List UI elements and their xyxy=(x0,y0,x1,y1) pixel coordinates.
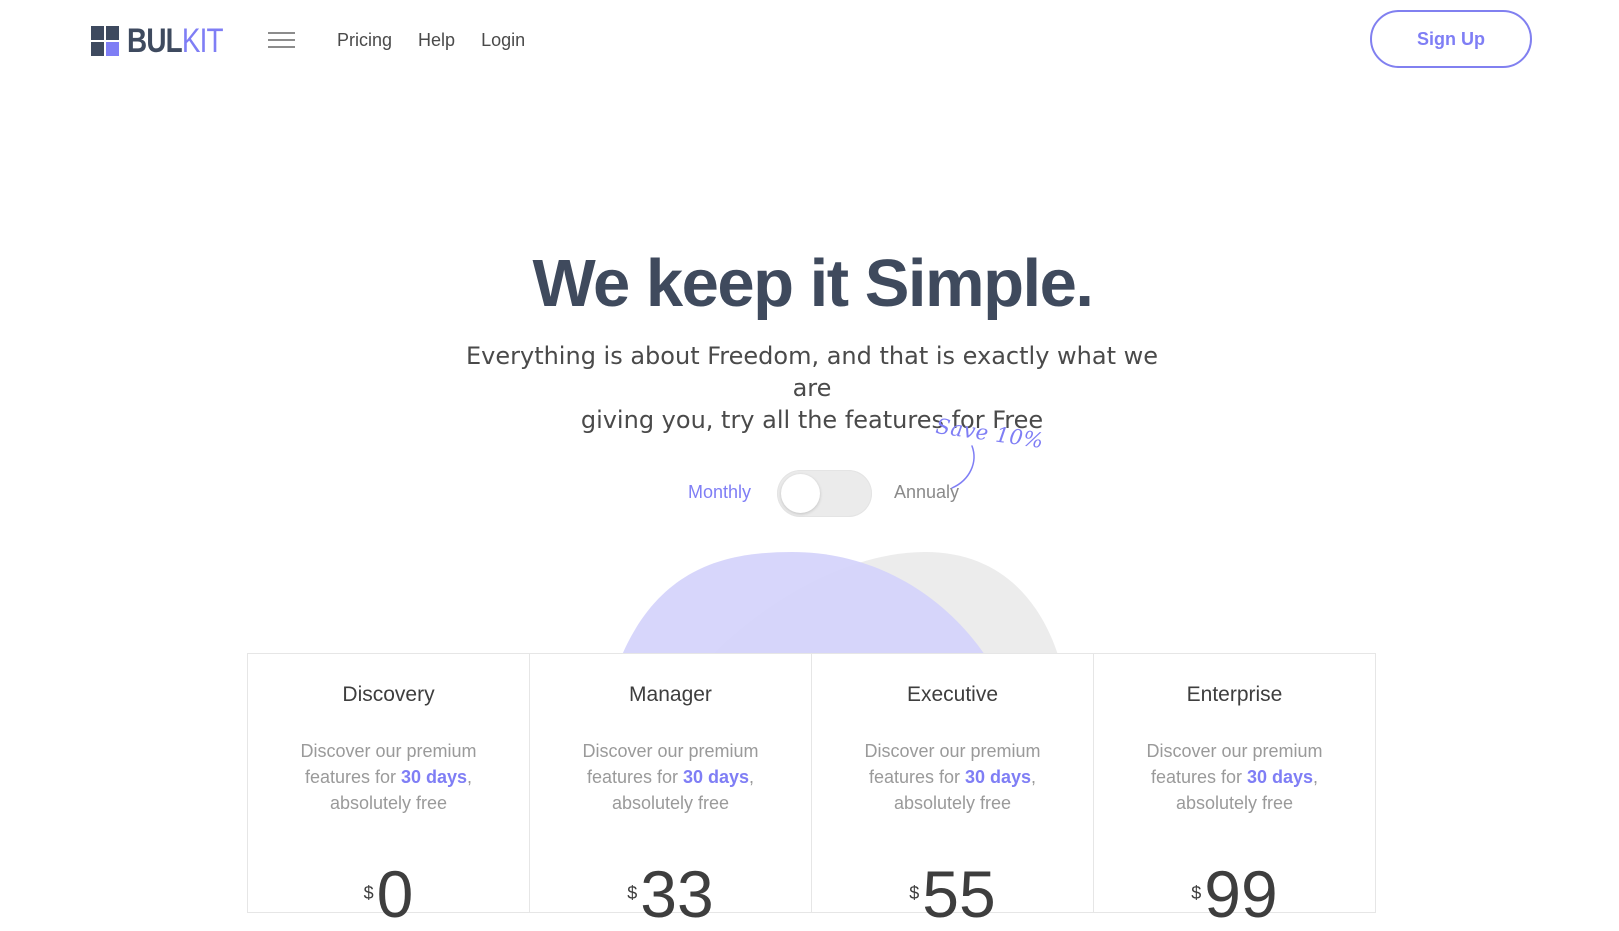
nav-link-help[interactable]: Help xyxy=(418,28,455,52)
plan-name: Executive xyxy=(906,683,999,706)
price-amount: 99 xyxy=(1204,857,1278,931)
plan-card-enterprise: Enterprise Discover our premium features… xyxy=(1094,654,1375,927)
plan-description: Discover our premium features for 30 day… xyxy=(1146,741,1323,813)
price-currency: $ xyxy=(363,883,374,903)
price-currency: $ xyxy=(909,883,920,903)
price-amount: 55 xyxy=(922,857,996,931)
navbar: BULKIT Pricing Help Login Sign Up xyxy=(0,0,1619,80)
plan-price: $ 99 xyxy=(1094,861,1375,927)
plan-description: Discover our premium features for 30 day… xyxy=(582,741,759,813)
plan-card-discovery: Discovery Discover our premium features … xyxy=(248,654,530,927)
price-amount: 33 xyxy=(640,857,714,931)
plan-trial-duration: 30 days xyxy=(964,767,1032,787)
toggle-knob xyxy=(781,474,820,513)
plan-name: Enterprise xyxy=(1186,683,1283,706)
billing-monthly-label[interactable]: Monthly xyxy=(688,482,751,503)
pricing-table: Discovery Discover our premium features … xyxy=(247,653,1376,927)
hero-title: We keep it Simple. xyxy=(532,246,1094,321)
logo-text-part2: KIT xyxy=(181,22,224,60)
plan-name: Manager xyxy=(629,683,712,706)
nav-link-pricing[interactable]: Pricing xyxy=(337,28,392,52)
nav-links: Pricing Help Login xyxy=(337,28,525,52)
plan-trial-duration: 30 days xyxy=(682,767,750,787)
brand-logo[interactable]: BULKIT xyxy=(91,24,244,58)
billing-period-toggle[interactable] xyxy=(777,470,872,517)
plan-price: $ 55 xyxy=(812,861,1093,927)
decorative-blobs xyxy=(622,552,1058,655)
hero-subtitle: Everything is about Freedom, and that is… xyxy=(454,340,1170,436)
plan-card-executive: Executive Discover our premium features … xyxy=(812,654,1094,927)
sign-up-button[interactable]: Sign Up xyxy=(1370,10,1532,68)
plan-card-manager: Manager Discover our premium features fo… xyxy=(530,654,812,927)
plan-trial-duration: 30 days xyxy=(400,767,468,787)
price-currency: $ xyxy=(1191,883,1202,903)
hero-subtitle-line1: Everything is about Freedom, and that is… xyxy=(465,342,1158,402)
price-amount: 0 xyxy=(376,857,414,931)
curved-arrow-icon xyxy=(951,445,975,489)
plan-description: Discover our premium features for 30 day… xyxy=(864,741,1041,813)
logo-text: BULKIT xyxy=(127,22,224,60)
plan-description: Discover our premium features for 30 day… xyxy=(300,741,477,813)
hero-subtitle-line2: giving you, try all the features for Fre… xyxy=(580,406,1044,434)
logo-text-part1: BUL xyxy=(127,22,183,60)
logo-mark-icon xyxy=(91,25,120,57)
plan-trial-duration: 30 days xyxy=(1246,767,1314,787)
price-currency: $ xyxy=(627,883,638,903)
hamburger-menu-icon[interactable] xyxy=(268,31,295,49)
nav-link-login[interactable]: Login xyxy=(481,28,525,52)
plan-name: Discovery xyxy=(342,683,435,706)
plan-price: $ 0 xyxy=(248,861,529,927)
plan-price: $ 33 xyxy=(530,861,811,927)
